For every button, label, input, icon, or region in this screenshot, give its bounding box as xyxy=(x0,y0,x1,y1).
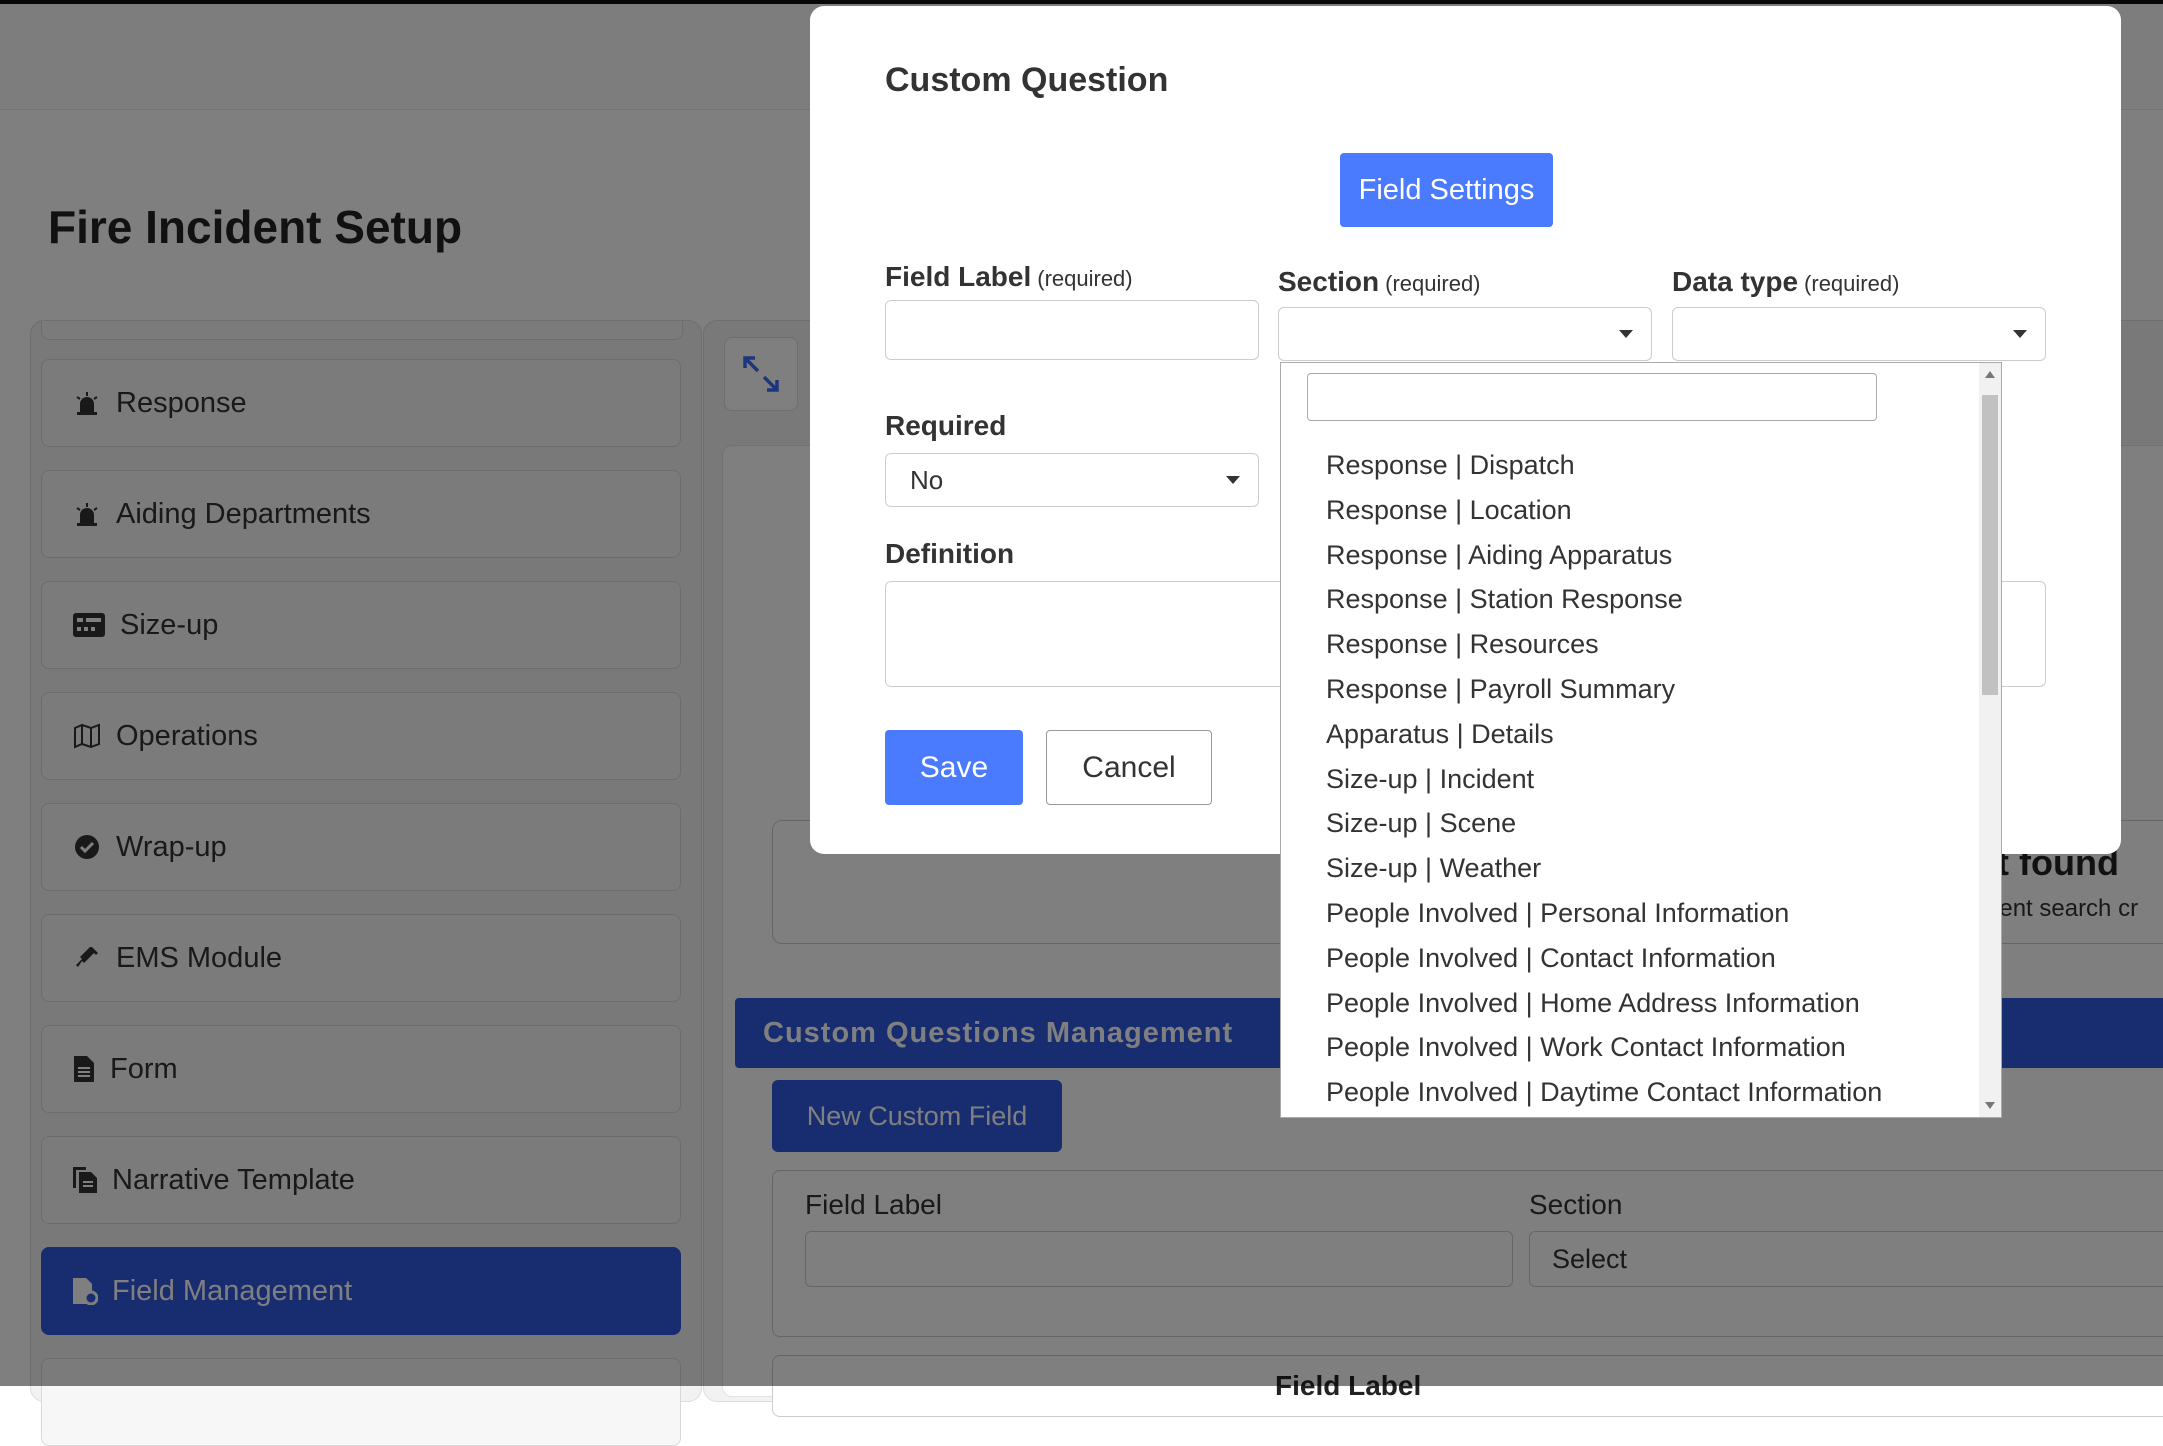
scroll-up-icon[interactable] xyxy=(1985,371,1995,378)
data-type-text: Data type xyxy=(1672,266,1799,297)
dropdown-option[interactable]: Response | Dispatch xyxy=(1281,443,1981,488)
dropdown-search-input[interactable] xyxy=(1307,373,1877,421)
field-label-text: Field Label xyxy=(885,261,1032,292)
section-heading: Section (required) xyxy=(1278,266,1481,298)
save-button[interactable]: Save xyxy=(885,730,1023,805)
dropdown-option[interactable]: Size-up | Incident xyxy=(1281,757,1981,802)
required-value: No xyxy=(910,464,944,495)
required-hint: (required) xyxy=(1385,271,1481,296)
definition-heading: Definition xyxy=(885,538,1015,569)
data-type-heading: Data type (required) xyxy=(1672,266,1899,298)
dropdown-option[interactable]: People Involved | Work Contact Informati… xyxy=(1281,1025,1981,1070)
field-label-heading: Field Label (required) xyxy=(885,261,1133,293)
section-dropdown: Response | Dispatch Response | Location … xyxy=(1280,362,2002,1118)
dropdown-option[interactable]: Response | Station Response xyxy=(1281,577,1981,622)
dropdown-option[interactable]: Size-up | Weather xyxy=(1281,846,1981,891)
required-hint: (required) xyxy=(1037,266,1133,291)
dropdown-option[interactable]: Response | Aiding Apparatus xyxy=(1281,533,1981,578)
dropdown-option[interactable]: Response | Location xyxy=(1281,488,1981,533)
field-settings-tab[interactable]: Field Settings xyxy=(1340,153,1553,227)
chevron-down-icon xyxy=(1226,476,1240,484)
dropdown-option[interactable]: Response | Payroll Summary xyxy=(1281,667,1981,712)
dropdown-option[interactable]: People Involved | Home Address Informati… xyxy=(1281,981,1981,1026)
field-label-input[interactable] xyxy=(885,300,1259,360)
modal-title: Custom Question xyxy=(885,61,1169,99)
required-select[interactable]: No xyxy=(885,453,1259,507)
dropdown-option[interactable]: People Involved | Daytime Contact Inform… xyxy=(1281,1070,1981,1115)
dropdown-options-list: Response | Dispatch Response | Location … xyxy=(1281,443,1981,1115)
dropdown-option[interactable]: People Involved | Personal Information xyxy=(1281,891,1981,936)
dropdown-option[interactable]: Size-up | Scene xyxy=(1281,801,1981,846)
dropdown-option[interactable]: People Involved | Contact Information xyxy=(1281,936,1981,981)
dropdown-option[interactable]: Apparatus | Details xyxy=(1281,712,1981,757)
data-type-select[interactable] xyxy=(1672,307,2046,361)
section-text: Section xyxy=(1278,266,1380,297)
chevron-down-icon xyxy=(1619,330,1633,338)
cancel-button[interactable]: Cancel xyxy=(1046,730,1212,805)
dropdown-scrollbar[interactable] xyxy=(1979,363,2001,1117)
dropdown-option[interactable]: Response | Resources xyxy=(1281,622,1981,667)
scroll-down-icon[interactable] xyxy=(1985,1102,1995,1109)
section-select[interactable] xyxy=(1278,307,1652,361)
required-hint: (required) xyxy=(1804,271,1900,296)
chevron-down-icon xyxy=(2013,330,2027,338)
required-heading: Required xyxy=(885,410,1007,441)
scrollbar-thumb[interactable] xyxy=(1982,395,1998,695)
